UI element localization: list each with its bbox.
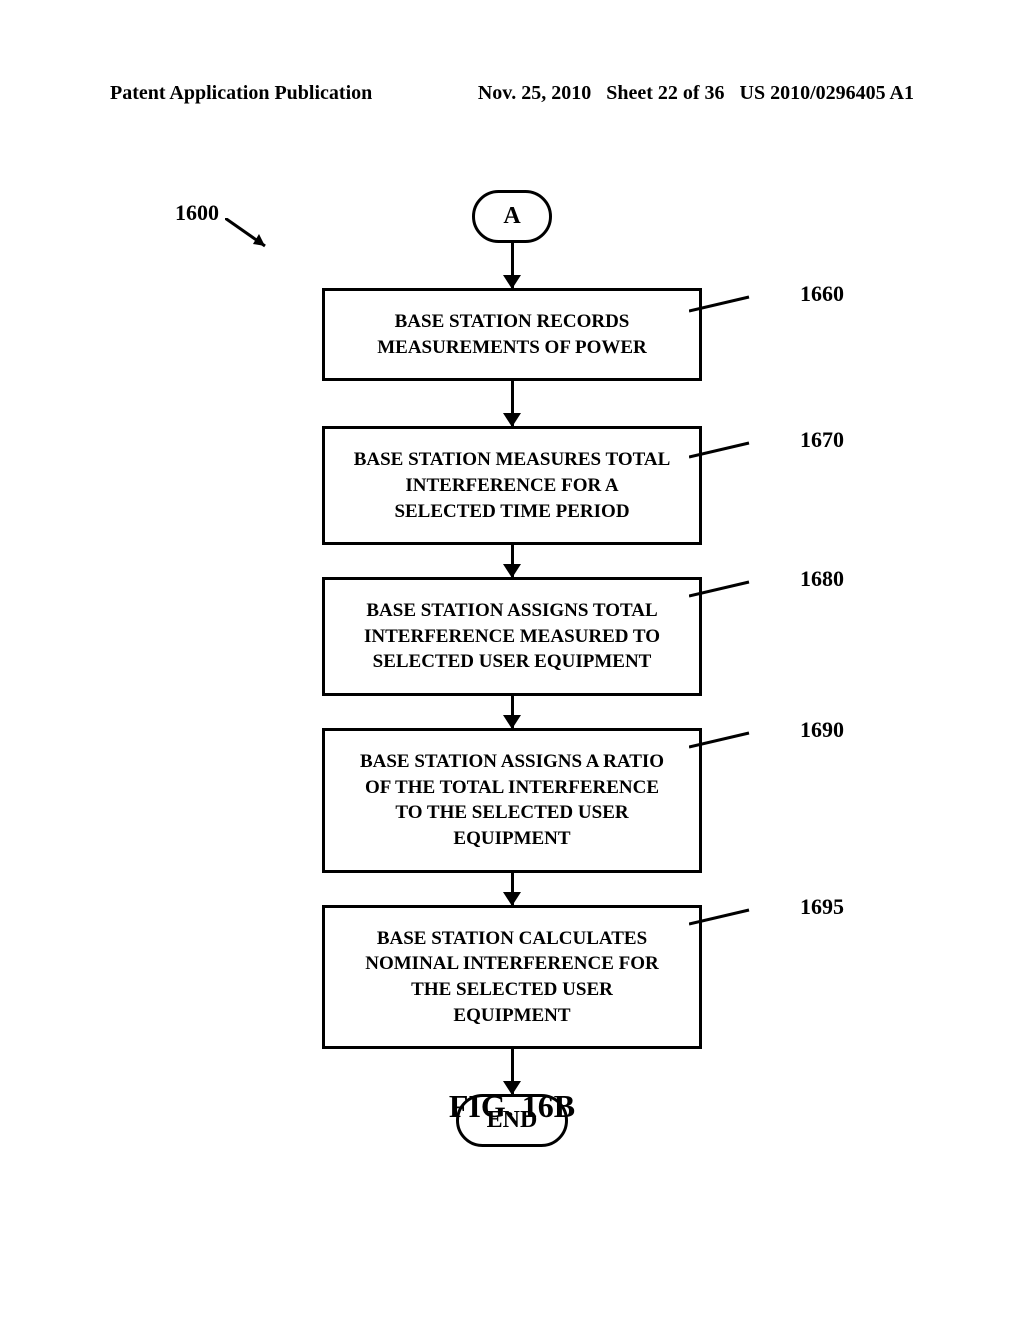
leader-line-1670 [689,439,779,479]
ref-label-1670: 1670 [800,425,844,455]
header-pubnum: US 2010/0296405 A1 [740,82,914,105]
process-text: BASE STATION ASSIGNS A RATIO OF THE TOTA… [360,751,664,849]
flow-arrow [511,696,514,728]
header-sheet: Sheet 22 of 36 [606,82,724,105]
ref-label-1690: 1690 [800,715,844,745]
process-box-1670: BASE STATION MEASURES TOTAL INTERFERENCE… [322,426,702,545]
header-date: Nov. 25, 2010 [478,82,591,105]
ref-label-1600: 1600 [175,200,219,226]
figure-title: FIG. 16B [449,1088,575,1125]
process-box-1690: BASE STATION ASSIGNS A RATIO OF THE TOTA… [322,728,702,873]
flow-arrow [511,381,514,426]
process-text: BASE STATION ASSIGNS TOTAL INTERFERENCE … [364,600,660,672]
flow-arrow [511,545,514,577]
process-box-1695: BASE STATION CALCULATES NOMINAL INTERFER… [322,905,702,1050]
process-text: BASE STATION MEASURES TOTAL INTERFERENCE… [354,449,671,521]
connector-a: A [472,190,551,243]
leader-line-1695 [689,906,779,946]
process-box-1680: BASE STATION ASSIGNS TOTAL INTERFERENCE … [322,577,702,696]
leader-arrow-1600 [225,218,285,258]
page-header: Patent Application Publication Nov. 25, … [0,82,1024,105]
flowchart-container: A BASE STATION RECORDS MEASUREMENTS OF P… [322,190,702,1147]
process-text: BASE STATION CALCULATES NOMINAL INTERFER… [365,928,658,1026]
flow-arrow [511,873,514,905]
flow-arrow [511,243,514,288]
process-box-1660: BASE STATION RECORDS MEASUREMENTS OF POW… [322,288,702,381]
header-publication: Patent Application Publication [110,82,372,105]
ref-label-1660: 1660 [800,279,844,309]
ref-label-1695: 1695 [800,892,844,922]
leader-line-1690 [689,729,779,769]
header-right-group: Nov. 25, 2010 Sheet 22 of 36 US 2010/029… [478,82,914,105]
process-text: BASE STATION RECORDS MEASUREMENTS OF POW… [377,311,647,358]
leader-line-1680 [689,578,779,618]
ref-label-1680: 1680 [800,564,844,594]
leader-line-1660 [689,293,779,333]
